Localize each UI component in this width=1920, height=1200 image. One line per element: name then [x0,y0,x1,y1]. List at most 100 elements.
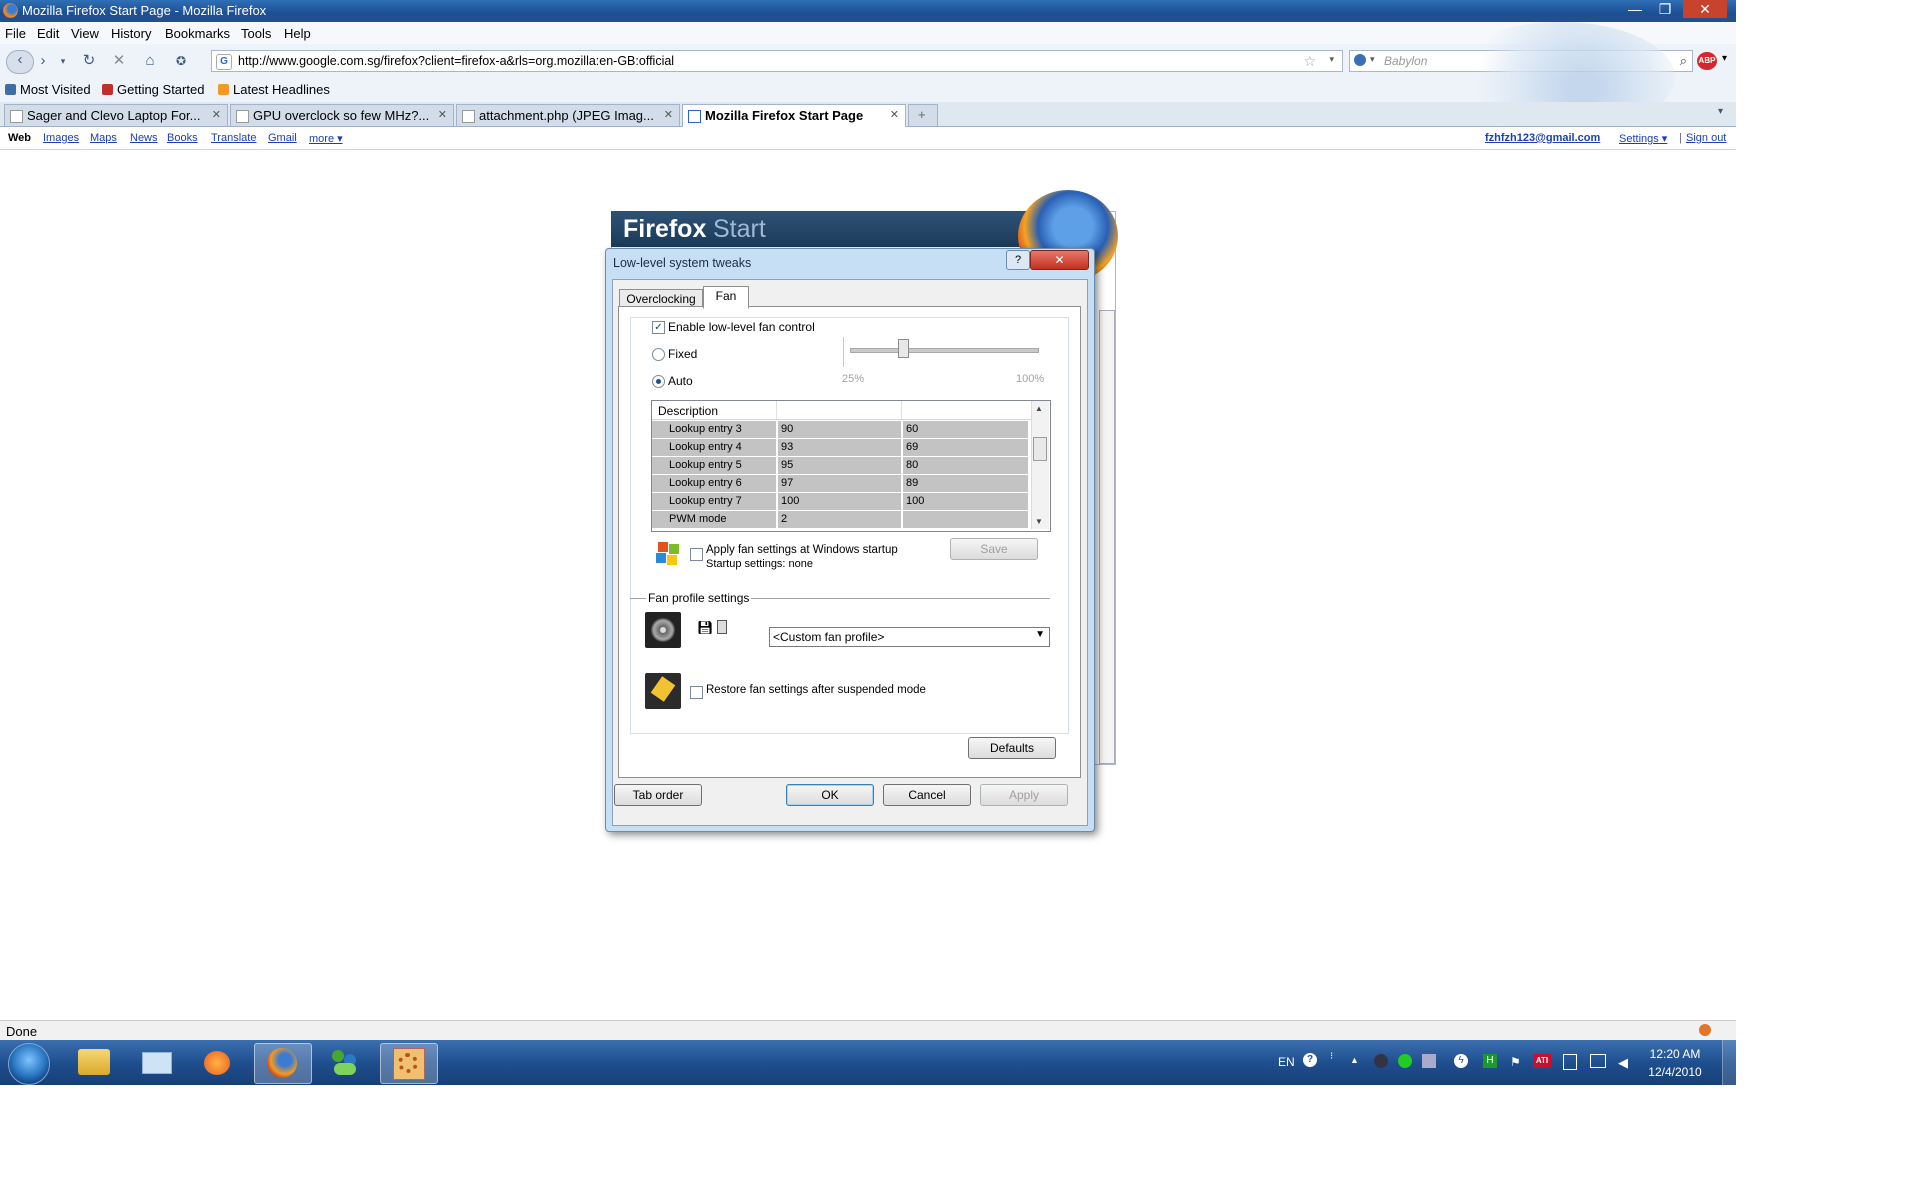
google-gmail-link[interactable]: Gmail [268,132,297,144]
tray-lightning-icon[interactable]: ϟ [1454,1054,1468,1068]
url-text[interactable]: http://www.google.com.sg/firefox?client=… [238,54,674,68]
google-news-link[interactable]: News [130,132,158,144]
url-bar[interactable]: G http://www.google.com.sg/firefox?clien… [211,50,1343,72]
close-tab-icon[interactable]: ✕ [438,108,447,121]
apply-button[interactable]: Apply [980,784,1068,806]
forward-icon[interactable]: › [34,52,52,70]
explorer-taskbar-icon[interactable] [66,1043,122,1082]
back-icon[interactable]: ‹ [6,50,34,74]
tab-firefox-start[interactable]: Mozilla Firefox Start Page ✕ [682,104,906,128]
tab-fan[interactable]: Fan [703,286,749,309]
grid-scrollbar[interactable] [1031,401,1049,529]
bookmark-most-visited[interactable]: Most Visited [5,82,91,97]
grid-cell-value[interactable]: 60 [903,421,1028,438]
language-indicator[interactable]: EN [1278,1055,1295,1069]
show-desktop-button[interactable] [1722,1040,1737,1085]
google-more-link[interactable]: more ▾ [309,132,343,145]
grid-cell-value[interactable]: 100 [778,493,901,510]
window-switcher-taskbar-icon[interactable] [128,1043,184,1082]
fan-profile-select[interactable]: <Custom fan profile> ▼ [769,627,1050,647]
start-button[interactable] [8,1043,50,1085]
grid-row[interactable]: Lookup entry 4 93 69 [652,439,1028,457]
babylon-icon[interactable] [1354,54,1366,66]
account-email[interactable]: fzhfzh123@gmail.com [1485,132,1600,144]
grid-cell-value[interactable]: 2 [778,511,901,528]
grid-cell-value[interactable]: 97 [778,475,901,492]
maximize-button[interactable]: ❐ [1650,0,1680,18]
addon-icon[interactable]: ✪ [172,52,190,70]
bookmark-latest-headlines[interactable]: Latest Headlines [218,82,330,97]
google-translate-link[interactable]: Translate [211,132,256,144]
grid-cell-value[interactable]: 100 [903,493,1028,510]
close-tab-icon[interactable]: ✕ [664,108,673,121]
grid-row[interactable]: Lookup entry 6 97 89 [652,475,1028,493]
help-icon[interactable]: ? [1303,1053,1317,1067]
cancel-button[interactable]: Cancel [883,784,971,806]
grid-cell-value[interactable]: 69 [903,439,1028,456]
grid-cell-value[interactable] [903,511,1028,528]
auto-radio[interactable] [652,375,665,388]
adblock-icon[interactable]: ABP [1697,52,1717,70]
minimize-button[interactable]: — [1620,0,1650,18]
google-settings-link[interactable]: Settings ▾ [1619,132,1667,145]
menu-history[interactable]: History [111,26,151,41]
menu-help[interactable]: Help [284,26,311,41]
engine-dropdown-icon[interactable]: ▾ [1370,54,1375,65]
url-dropdown-icon[interactable]: ▾ [1329,54,1334,65]
fan-speed-slider-track[interactable] [850,348,1039,353]
tray-monitor-icon[interactable]: H [1483,1054,1497,1068]
tray-green-icon[interactable] [1398,1054,1412,1068]
volume-icon[interactable]: ◀︎ [1618,1055,1628,1071]
ati-catalyst-icon[interactable]: ATI [1533,1054,1551,1068]
tray-network-icon[interactable] [1422,1054,1436,1068]
star-icon[interactable]: ☆ [1303,53,1316,70]
grid-cell-value[interactable]: 95 [778,457,901,474]
restore-after-suspend-checkbox[interactable] [690,686,703,699]
delete-profile-icon[interactable] [717,620,727,634]
defaults-button[interactable]: Defaults [968,737,1056,759]
google-images-link[interactable]: Images [43,132,79,144]
list-tabs-icon[interactable]: ▾ [1718,106,1723,117]
network-icon[interactable] [1590,1054,1606,1068]
stop-icon[interactable]: ✕ [110,52,128,70]
grid-cell-value[interactable]: 80 [903,457,1028,474]
google-maps-link[interactable]: Maps [90,132,117,144]
sign-out-link[interactable]: Sign out [1686,132,1726,144]
grid-cell-value[interactable]: 93 [778,439,901,456]
reload-icon[interactable]: ↻ [80,52,98,70]
safely-remove-icon[interactable] [1563,1054,1577,1070]
google-web-link[interactable]: Web [8,132,31,144]
tab-gpu-overclock[interactable]: GPU overclock so few MHz?... ✕ [230,104,454,126]
fixed-radio[interactable] [652,348,665,361]
grid-scrollbar-thumb[interactable] [1033,437,1047,461]
firefox-taskbar-icon[interactable] [254,1043,312,1084]
enable-fan-control-checkbox[interactable]: ✓ [652,321,665,334]
grid-row[interactable]: PWM mode 2 [652,511,1028,529]
status-addon-icon[interactable] [1699,1024,1711,1036]
messenger-taskbar-icon[interactable] [318,1043,374,1082]
menu-tools[interactable]: Tools [241,26,271,41]
show-hidden-icons-icon[interactable]: ▲ [1350,1055,1359,1065]
bookmark-getting-started[interactable]: Getting Started [102,82,204,97]
grid-cell-value[interactable]: 90 [778,421,901,438]
apply-at-startup-checkbox[interactable] [690,548,703,561]
new-tab-button[interactable]: + [908,104,938,126]
grid-row[interactable]: Lookup entry 5 95 80 [652,457,1028,475]
ok-button[interactable]: OK [786,784,874,806]
tab-order-button[interactable]: Tab order [614,784,702,806]
dialog-help-button[interactable]: ? [1006,250,1030,270]
save-button[interactable]: Save [950,538,1038,560]
action-center-flag-icon[interactable]: ⚑ [1510,1055,1521,1069]
home-icon[interactable]: ⌂ [141,52,159,70]
scroll-down-icon[interactable]: ▼ [1035,517,1043,526]
tray-app-icon[interactable] [1374,1054,1388,1068]
google-books-link[interactable]: Books [167,132,198,144]
tab-attachment[interactable]: attachment.php (JPEG Imag... ✕ [456,104,680,126]
media-center-taskbar-icon[interactable] [190,1043,246,1082]
history-dropdown-icon[interactable]: ▾ [54,52,72,70]
close-tab-icon[interactable]: ✕ [890,108,899,121]
grid-row[interactable]: Lookup entry 7 100 100 [652,493,1028,511]
search-icon[interactable]: ⌕ [1680,53,1687,69]
system-clock[interactable]: 12:20 AM 12/4/2010 [1644,1045,1706,1081]
fan-speed-slider-thumb[interactable] [898,339,910,358]
